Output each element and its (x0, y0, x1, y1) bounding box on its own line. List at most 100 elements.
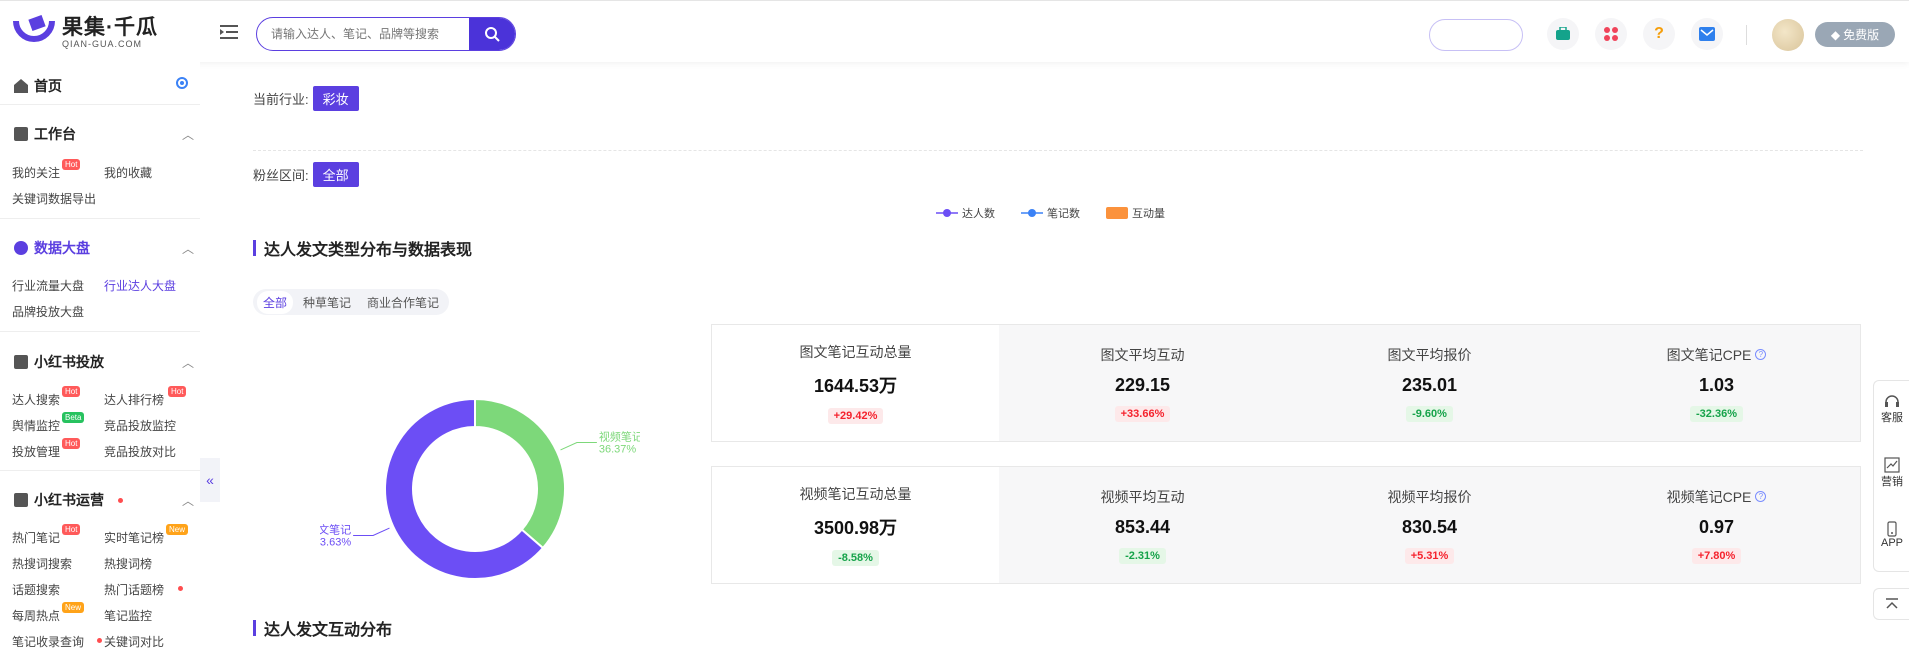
header-pill-button[interactable] (1429, 19, 1523, 51)
main-content: 当前行业: 彩妆 粉丝区间: 全部 达人数 笔记数 互动量 达人发文类型分布与数… (220, 62, 1870, 662)
stat-delta-badge: +29.42% (827, 408, 884, 424)
plan-badge[interactable]: ◆ 免费版 (1815, 22, 1895, 47)
avatar[interactable] (1772, 19, 1804, 51)
sidebar-item-follows[interactable]: 我的关注 (12, 164, 60, 181)
fans-label: 粉丝区间: (253, 168, 309, 183)
sidebar-group-workbench[interactable]: 工作台 (14, 124, 76, 144)
notification-dot (178, 586, 183, 591)
sidebar-item-brand-ads[interactable]: 品牌投放大盘 (12, 303, 84, 320)
stat-label-text: 视频平均报价 (1387, 488, 1472, 505)
apps-icon[interactable] (1595, 18, 1627, 50)
stat-label-text: 图文平均报价 (1387, 346, 1472, 363)
sidebar-item-note-index[interactable]: 笔记收录查询 (12, 633, 84, 650)
customer-service-button[interactable]: 客服 (1874, 393, 1909, 425)
sidebar-home-label: 首页 (34, 78, 62, 94)
sidebar-item-favorites[interactable]: 我的收藏 (104, 164, 152, 181)
stat-label: 图文笔记互动总量 (800, 342, 912, 362)
menu-toggle-icon[interactable] (220, 23, 238, 41)
stat-value: 1.03 (1698, 374, 1735, 395)
hot-tag: Hot (62, 386, 81, 397)
sidebar-collapse-button[interactable]: « (200, 458, 220, 502)
sidebar-item-hot-notes[interactable]: 热门笔记 (12, 529, 60, 546)
stat-label: 视频平均报价 (1388, 487, 1472, 507)
donut-chart: 视频笔记36.37% 图文笔记63.63% (307, 344, 643, 634)
donut-label-category: 图文笔记 (320, 523, 351, 537)
help-icon[interactable]: ? (1755, 349, 1767, 360)
sidebar-item-kol-ranking[interactable]: 达人排行榜 (104, 391, 164, 408)
sidebar-item-competitor-compare[interactable]: 竞品投放对比 (104, 443, 176, 460)
sidebar-item-realtime-notes[interactable]: 实时笔记榜 (104, 529, 164, 546)
fans-chip[interactable]: 全部 (312, 162, 359, 187)
sidebar-divider (0, 218, 200, 219)
stat-label: 视频笔记CPE? (1667, 487, 1767, 507)
stat-card: 视频平均互动 853.44 -2.31% (999, 467, 1286, 583)
stat-label: 图文平均互动 (1101, 345, 1185, 365)
diamond-icon: ◆ (1830, 27, 1841, 42)
logo[interactable]: 果集·千瓜 QIAN-GUA.COM (12, 15, 158, 51)
legend-item-engagement[interactable]: 互动量 (1106, 205, 1165, 221)
chevron-up-icon[interactable]: ︿ (182, 240, 194, 257)
sidebar-item-hot-search-rank[interactable]: 热搜词榜 (104, 555, 152, 572)
help-icon[interactable]: ? (1755, 491, 1767, 502)
donut-slice[interactable] (474, 397, 566, 550)
back-to-top-button[interactable] (1873, 588, 1909, 620)
stat-card: 图文平均互动 229.15 +33.66% (999, 325, 1286, 441)
tab-seeding[interactable]: 种草笔记 (297, 291, 357, 314)
mail-icon[interactable] (1691, 18, 1723, 50)
note-type-tabs: 全部 种草笔记 商业合作笔记 (253, 289, 450, 315)
chevron-up-icon[interactable]: ︿ (182, 492, 194, 509)
briefcase-icon[interactable] (1547, 18, 1579, 50)
sidebar-item-note-monitor[interactable]: 笔记监控 (104, 607, 152, 624)
sidebar-item-hot-search[interactable]: 热搜词搜索 (12, 555, 72, 572)
donut-leader-line (560, 441, 597, 451)
donut-leader-line (353, 527, 390, 537)
donut-label-percent: 36.37% (599, 443, 637, 455)
sidebar-item-kol-search[interactable]: 达人搜索 (12, 391, 60, 408)
section-title: 达人发文类型分布与数据表现 (253, 236, 472, 260)
fans-filter: 粉丝区间: 全部 (253, 162, 359, 187)
hot-tag: Hot (62, 159, 81, 170)
legend-line-marker (1021, 209, 1043, 217)
search-input[interactable] (257, 18, 469, 50)
legend-label: 互动量 (1132, 208, 1165, 220)
sidebar-group-xhs-ops[interactable]: 小红书运营 (14, 490, 104, 510)
logo-domain: QIAN-GUA.COM (62, 39, 143, 49)
stat-card: 图文平均报价 235.01 -9.60% (1286, 325, 1573, 441)
float-label: APP (1880, 537, 1903, 549)
chevron-up-icon[interactable]: ︿ (182, 354, 194, 371)
xhs-ops-title: 小红书运营 (34, 492, 104, 508)
industry-chip[interactable]: 彩妆 (312, 86, 359, 111)
sidebar-item-weekly-hot[interactable]: 每周热点 (12, 607, 60, 624)
legend-item-kol[interactable]: 达人数 (936, 205, 995, 221)
stat-value: 830.54 (1401, 516, 1458, 537)
sidebar-item-competitor-monitor[interactable]: 竞品投放监控 (104, 417, 176, 434)
chevron-up-icon[interactable]: ︿ (182, 126, 194, 143)
legend-label: 达人数 (962, 208, 995, 220)
sidebar-item-home[interactable]: 首页 (14, 76, 62, 96)
hot-tag: Hot (62, 438, 81, 449)
tab-all[interactable]: 全部 (257, 290, 294, 314)
sidebar-item-sentiment[interactable]: 舆情监控 (12, 417, 60, 434)
help-icon[interactable]: ? (1643, 18, 1675, 50)
stat-label-text: 视频笔记CPE (1666, 488, 1752, 505)
app-button[interactable]: APP (1874, 521, 1909, 549)
sidebar-item-keyword-compare[interactable]: 关键词对比 (104, 633, 164, 650)
sidebar-item-topic-search[interactable]: 话题搜索 (12, 581, 60, 598)
sidebar-item-industry-traffic[interactable]: 行业流量大盘 (12, 277, 84, 294)
sidebar-item-ad-management[interactable]: 投放管理 (12, 443, 60, 460)
stat-value: 235.01 (1401, 374, 1458, 395)
sidebar-item-industry-kol[interactable]: 行业达人大盘 (104, 277, 176, 294)
marketing-button[interactable]: 营销 (1874, 457, 1909, 489)
phone-icon (1887, 521, 1897, 537)
notification-dot (118, 498, 123, 503)
legend-item-notes[interactable]: 笔记数 (1021, 205, 1080, 221)
stat-value: 1644.53万 (813, 376, 898, 396)
sidebar-group-xhs-ads[interactable]: 小红书投放 (14, 352, 104, 372)
new-tag: New (166, 524, 189, 535)
tab-commercial[interactable]: 商业合作笔记 (361, 291, 445, 314)
sidebar-group-dashboard[interactable]: 数据大盘 (14, 238, 90, 258)
sidebar-item-hot-topics[interactable]: 热门话题榜 (104, 581, 164, 598)
gear-icon[interactable] (174, 75, 190, 91)
sidebar-item-keyword-export[interactable]: 关键词数据导出 (12, 190, 96, 207)
search-button[interactable] (469, 18, 515, 50)
